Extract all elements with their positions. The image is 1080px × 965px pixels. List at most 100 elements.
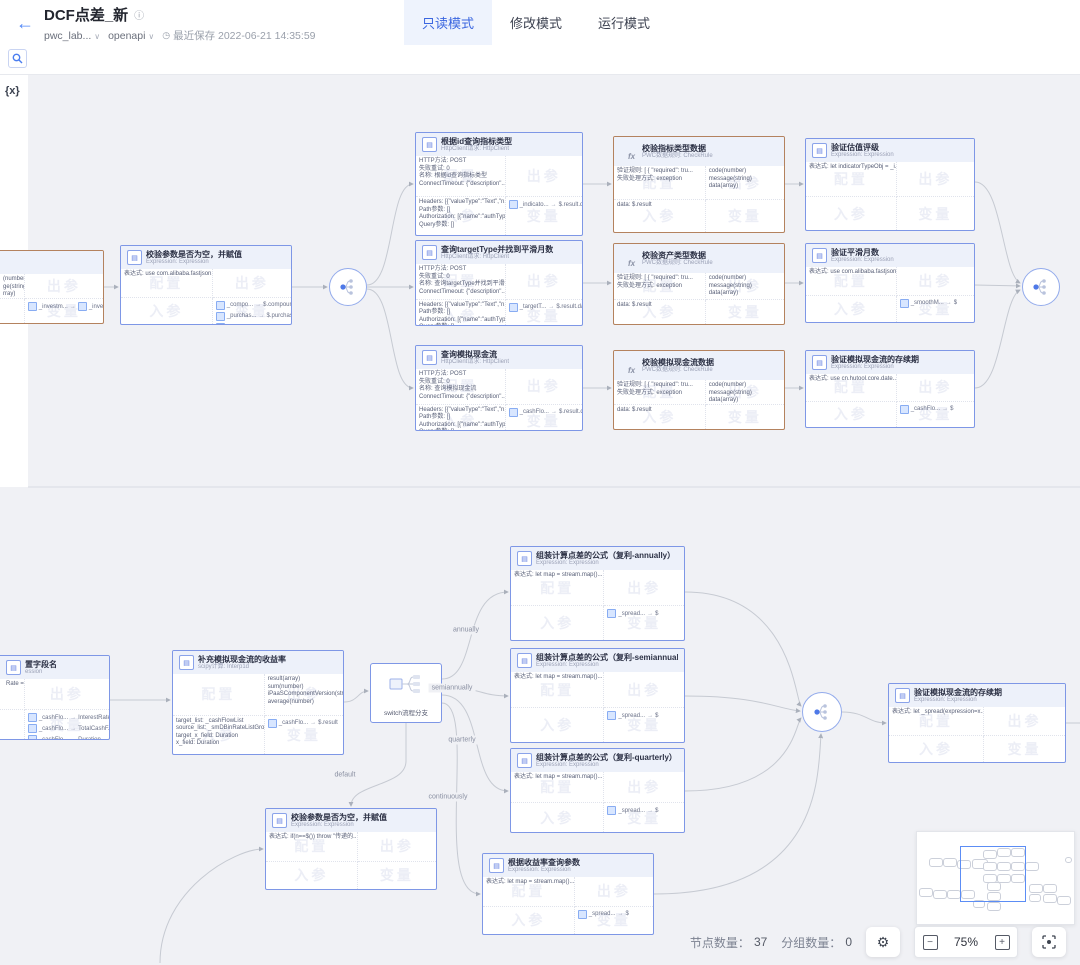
workspace-select[interactable]: pwc_lab... ∨ — [44, 30, 100, 42]
junction-2[interactable] — [1022, 268, 1060, 306]
node-quadrant-tl: 配置验证规则: [ { "required": tru...失败处理方式: ex… — [614, 166, 706, 200]
node-header: ▤置字段名ession — [0, 656, 109, 679]
node-config-lines: Rate =... — [6, 681, 21, 689]
node-query-yield-params[interactable]: ▤根据收益率查询参数Expression: Expression配置表达式: l… — [482, 853, 654, 935]
variable-chip[interactable]: _cashFlo...→InterestRate — [28, 713, 106, 722]
minimap-viewport[interactable] — [960, 846, 1026, 902]
module-select[interactable]: openapi ∨ — [108, 30, 154, 42]
node-config-lines: 表达式: let map = stream.map()... — [514, 774, 600, 782]
search-button[interactable] — [8, 49, 27, 68]
variable-chip[interactable]: _cashFlo...→TotalCashF... — [28, 724, 106, 733]
zoom-control: − 75% + — [914, 926, 1018, 958]
node-config-lines: result(array)sum(number)iPaaSComponentVe… — [268, 676, 340, 706]
variable-chip[interactable]: _purchas...→$.purchase... — [216, 312, 288, 321]
node-quadrant-tl: 配置验证规则: [ { "required": tru...失败处理方式: ex… — [614, 380, 706, 405]
variable-chip[interactable]: _spread...→$ — [578, 910, 650, 919]
tab-readonly-mode[interactable]: 只读模式 — [404, 0, 492, 45]
node-assemble-spread-quarterly[interactable]: ▤组装计算点差的公式（复利-quarterly）Expression: Expr… — [510, 748, 685, 833]
node-assemble-spread-annually[interactable]: ▤组装计算点差的公式（复利-annually）Expression: Expre… — [510, 546, 685, 641]
variable-icon — [509, 303, 518, 312]
variable-chip[interactable]: _spread...→$ — [607, 806, 681, 815]
node-check-sim-cashflow-data[interactable]: fx校验模拟现金流数据PWC数据规则: CheckRule配置验证规则: [ {… — [613, 350, 785, 430]
variable-chip[interactable]: _cashFlo...→$.result.dat... — [509, 408, 579, 417]
variable-chip[interactable]: _targetT...→$.result.data — [509, 303, 579, 312]
checkrule-icon: fx — [625, 257, 638, 270]
node-check-indicator-type-data[interactable]: fx校验指标类型数据PWC数据规则: CheckRule配置验证规则: [ { … — [613, 136, 785, 233]
node-http-query-indicator-type[interactable]: ▤根据id查询指标类型HttpClient请求: HttpClient配置HTT… — [415, 132, 583, 236]
node-verify-valuation-rating[interactable]: ▤验证估值评级Expression: Expression配置表达式: let … — [805, 138, 975, 231]
zoom-level[interactable]: 75% — [945, 935, 987, 949]
variable-chip[interactable]: _cashFlo...→$ — [900, 405, 971, 414]
node-verify-cashflow-duration-top[interactable]: ▤验证模拟现金流的存续期Expression: Expression配置表达式:… — [805, 350, 975, 428]
node-quadrant-br: 变量_spread...→$ — [604, 708, 684, 742]
node-config-lines: target_list: _cashFlowListsource_list: _… — [176, 718, 261, 748]
quadrant-watermark: 出参 — [897, 267, 974, 295]
node-header: fx校验指标类型数据PWC数据规则: CheckRule — [614, 137, 784, 166]
node-http-query-target-type[interactable]: ▤查询targetType并找到平滑月数HttpClient请求: HttpCl… — [415, 240, 583, 326]
quadrant-watermark: 入参 — [889, 736, 983, 762]
zoom-out-button[interactable]: − — [915, 927, 945, 957]
node-quadrant-bl: 入参 — [0, 710, 25, 739]
node-config-lines: 表达式: use com.alibaba.fastjson... — [124, 271, 209, 279]
node-header: ▤校验参数是否为空，并赋值Expression: Expression — [121, 246, 291, 269]
node-quadrant-tr: 出参 — [506, 156, 582, 197]
variable-chip[interactable]: _cashFlo...→$.result — [268, 719, 340, 728]
junction-3[interactable] — [802, 692, 842, 732]
tab-edit-mode[interactable]: 修改模式 — [492, 0, 580, 45]
tab-run-mode[interactable]: 运行模式 — [580, 0, 668, 45]
node-subtitle: Expression: Expression — [536, 662, 678, 669]
zoom-in-button[interactable]: + — [987, 927, 1017, 957]
gear-icon: ⚙ — [877, 934, 890, 951]
variables-badge[interactable]: {x} — [5, 85, 28, 97]
variable-chip[interactable]: _indicato...→$.result.data — [509, 200, 579, 209]
variable-chip[interactable]: _investm...→_investm... — [28, 302, 100, 311]
node-verify-smooth-months[interactable]: ▤验证平滑月数Expression: Expression配置表达式: use … — [805, 243, 975, 323]
info-icon[interactable]: ⓘ — [134, 7, 144, 22]
quadrant-watermark: 入参 — [0, 299, 24, 323]
node-http-query-sim-cashflow[interactable]: ▤查询模拟现金流HttpClient请求: HttpClient配置HTTP方法… — [415, 345, 583, 431]
node-header: fx校验资产类型数据PWC数据规则: CheckRule — [614, 244, 784, 273]
minimap[interactable] — [916, 831, 1075, 925]
node-body: 配置表达式: use com.alibaba.fastjson...出参入参变量… — [121, 269, 291, 324]
quadrant-watermark: 出参 — [25, 274, 103, 298]
node-quadrant-br: 变量_compo...→$.compoun..._purchas...→$.pu… — [213, 298, 291, 324]
node-config-lines: 表达式: let indicatorTypeObj = _i... — [809, 164, 893, 172]
node-assemble-spread-semiannually[interactable]: ▤组装计算点差的公式（复利-semiannually）Expression: E… — [510, 648, 685, 743]
node-check-params-empty-bottom[interactable]: ▤校验参数是否为空，并赋值Expression: Expression配置表达式… — [265, 808, 437, 890]
node-interp-cashflow-yield[interactable]: ▤补充模拟现金流的收益率scipy计算: Interp1d配置出参result(… — [172, 650, 344, 755]
node-config-lines: Headers: [{"valueType":"Text","n...Path参… — [419, 407, 502, 431]
node-quadrant-tl: 配置表达式: let map = stream.map()... — [511, 772, 604, 803]
variable-chip[interactable]: _spread...→$ — [607, 609, 681, 618]
back-button[interactable]: ← — [14, 12, 36, 34]
node-subtitle: Expression: Expression — [831, 257, 894, 264]
node-quadrant-bl: 入参 — [266, 862, 358, 889]
node-partial-input-params[interactable]: 配置(number)ge(string)rray)出参入参变量_investm.… — [0, 250, 104, 324]
quadrant-watermark: 变量 — [984, 736, 1065, 762]
variable-chip[interactable]: _spread...→$ — [607, 711, 681, 720]
variable-chip[interactable]: _indicato...→$.indicatorT... — [216, 323, 288, 324]
settings-button[interactable]: ⚙ — [866, 927, 900, 957]
http-icon: ▤ — [422, 350, 437, 365]
variable-chip[interactable]: _cashFlo...→Duration — [28, 735, 106, 739]
flow-canvas[interactable]: {x} 配置(number)ge(string)rray)出参入参变量_inve… — [0, 75, 1080, 965]
node-quadrant-tl: 配置表达式: let map = stream.map()... — [483, 877, 575, 907]
node-partial-set-field-name[interactable]: ▤置字段名ession配置Rate =...出参入参变量_cashFlo...→… — [0, 655, 110, 740]
junction-1[interactable] — [329, 268, 367, 306]
node-quadrant-br: 变量_spread...→$ — [604, 803, 684, 832]
group-count: 分组数量： 0 — [781, 934, 852, 951]
node-body: 配置验证规则: [ { "required": tru...失败处理方式: ex… — [614, 273, 784, 324]
node-title: 组装计算点差的公式（复利-semiannually） — [536, 653, 678, 662]
quadrant-watermark: 出参 — [604, 570, 684, 605]
variable-chip[interactable]: _compo...→$.compoun... — [216, 301, 288, 310]
node-body: 配置表达式: if(n==$()) throw "传递的...出参入参变量 — [266, 832, 436, 889]
node-quadrant-bl: 入参 — [806, 296, 897, 322]
node-check-params-empty-top[interactable]: ▤校验参数是否为空，并赋值Expression: Expression配置表达式… — [120, 245, 292, 325]
node-subtitle: Expression: Expression — [831, 152, 894, 159]
variable-chip[interactable]: _smoothM...→$ — [900, 299, 971, 308]
fit-view-button[interactable] — [1032, 927, 1066, 957]
node-body: 配置出参result(array)sum(number)iPaaSCompone… — [173, 674, 343, 754]
node-quadrant-br: 变量_smoothM...→$ — [897, 296, 974, 322]
node-verify-cashflow-duration-bottom[interactable]: ▤验证模拟现金流的存续期Expression: Expression配置表达式:… — [888, 683, 1066, 763]
node-switch-branch[interactable]: switch流程分支 — [370, 663, 442, 723]
node-check-asset-type-data[interactable]: fx校验资产类型数据PWC数据规则: CheckRule配置验证规则: [ { … — [613, 243, 785, 325]
